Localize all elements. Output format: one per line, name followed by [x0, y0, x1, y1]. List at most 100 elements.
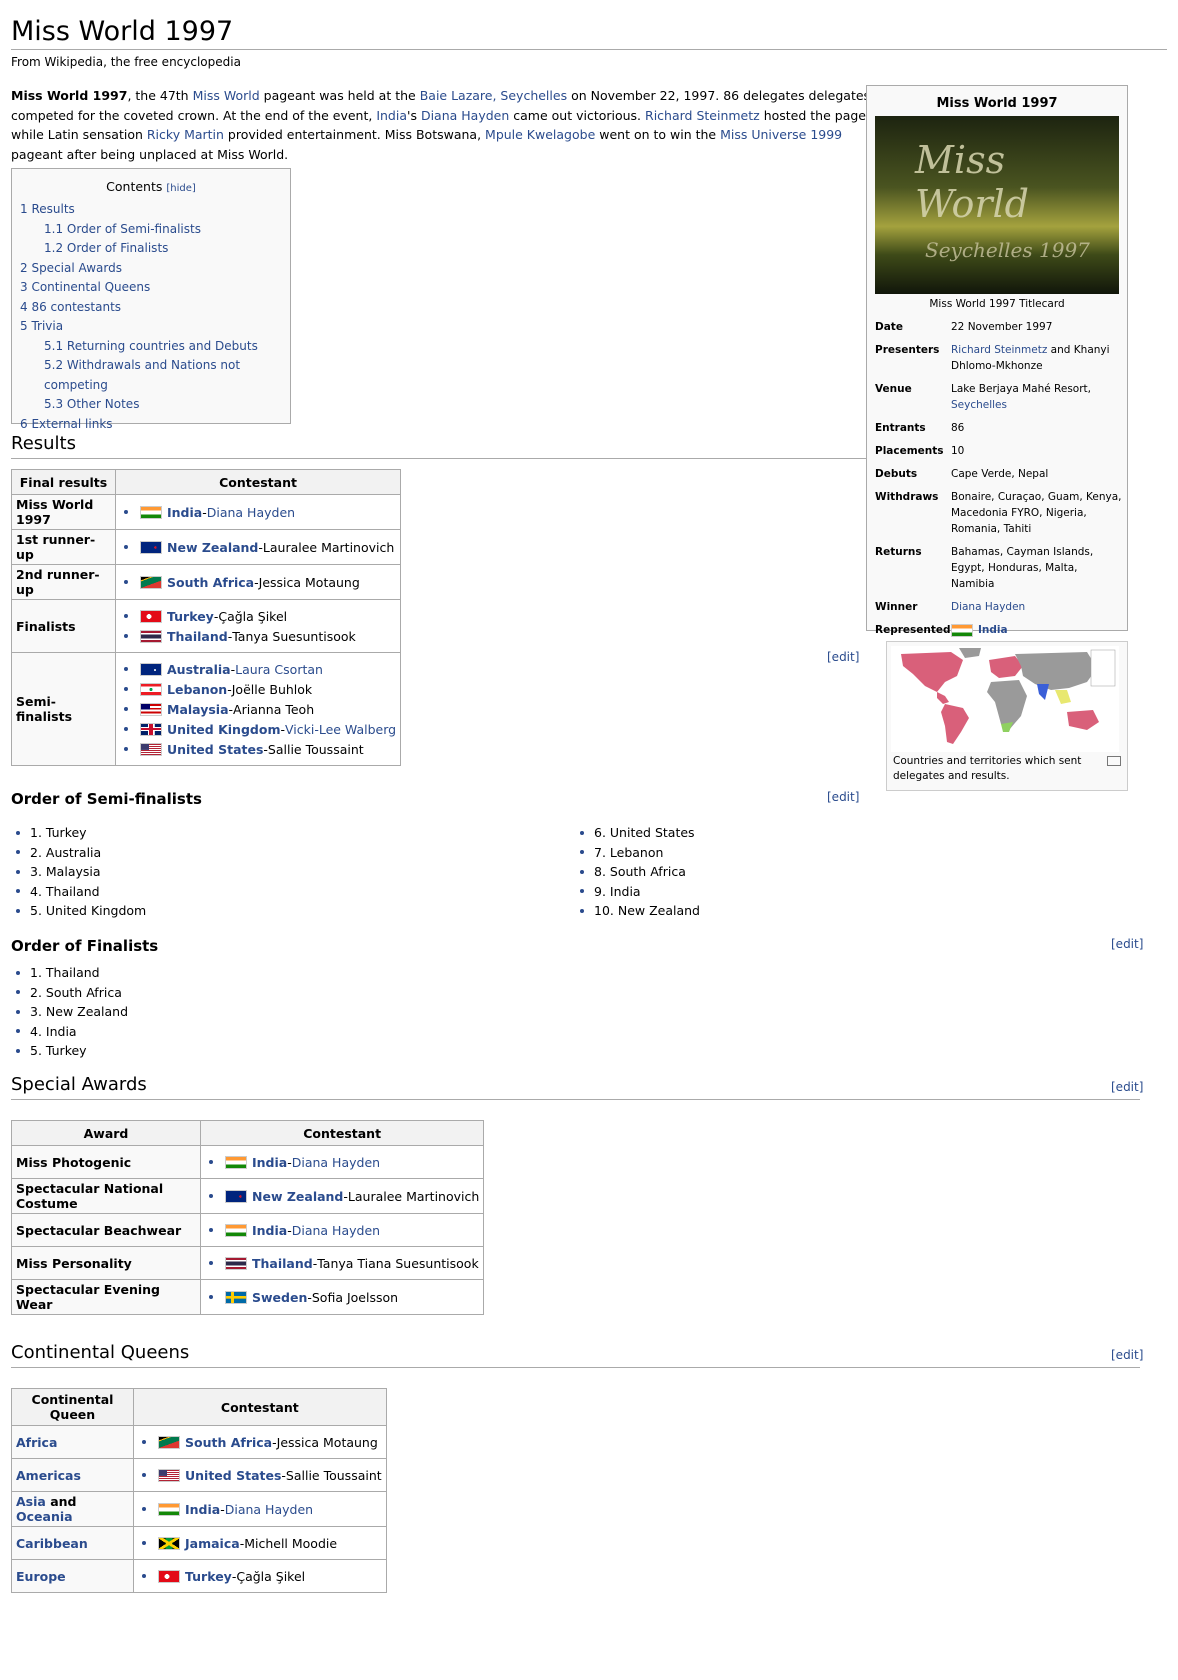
- country-link[interactable]: New Zealand: [167, 540, 258, 555]
- country-link[interactable]: Thailand: [167, 629, 228, 644]
- toc-link[interactable]: 5.3 Other Notes: [44, 397, 139, 411]
- country-link[interactable]: South Africa: [167, 575, 254, 590]
- edit-link-continental-queens[interactable]: [edit]: [1111, 1348, 1143, 1362]
- contestant-entry: India - Diana Hayden: [120, 502, 396, 522]
- infobox-link[interactable]: India: [978, 624, 1008, 636]
- world-map-image[interactable]: [891, 646, 1119, 752]
- link-miss-world[interactable]: Miss World: [193, 88, 260, 103]
- country-link[interactable]: Sweden: [252, 1290, 307, 1305]
- toc-item: 5 Trivia: [20, 317, 290, 337]
- link-diana-hayden[interactable]: Diana Hayden: [421, 108, 509, 123]
- flag-icon-in: [951, 623, 973, 637]
- region-link[interactable]: Caribbean: [16, 1536, 88, 1551]
- link-ricky-martin[interactable]: Ricky Martin: [147, 127, 224, 142]
- row-label: Asia and Oceania: [11, 1491, 134, 1527]
- toc-item: 3 Continental Queens: [20, 278, 290, 298]
- country-link[interactable]: Lebanon: [167, 682, 227, 697]
- country-link[interactable]: New Zealand: [252, 1189, 343, 1204]
- infobox-value: Diana Hayden: [951, 599, 1123, 615]
- contestant-link[interactable]: Vicki-Lee Walberg: [285, 722, 396, 737]
- contestant-link[interactable]: Diana Hayden: [292, 1223, 380, 1238]
- infobox-row: Winner Diana Hayden: [875, 599, 1123, 615]
- flag-icon-za: [140, 575, 162, 589]
- contestant-entry: Turkey - Çağla Şikel: [138, 1566, 382, 1586]
- toc-link[interactable]: 5.2 Withdrawals and Nations not competin…: [44, 358, 240, 392]
- region-link[interactable]: Europe: [16, 1569, 66, 1584]
- country-link[interactable]: Malaysia: [167, 702, 229, 717]
- toc-link[interactable]: 1 Results: [20, 202, 75, 216]
- bullet-icon: [124, 545, 128, 549]
- contestant-link[interactable]: Laura Csortan: [235, 662, 323, 677]
- list-item: 6. United States: [575, 823, 700, 843]
- bullet-icon: [209, 1160, 213, 1164]
- contestant-link[interactable]: Diana Hayden: [207, 505, 295, 520]
- edit-link-special-awards[interactable]: [edit]: [1111, 1080, 1143, 1094]
- edit-link-results[interactable]: [edit]: [827, 650, 859, 664]
- country-link[interactable]: South Africa: [185, 1435, 272, 1450]
- country-link[interactable]: Thailand: [252, 1256, 313, 1271]
- edit-link-final-order[interactable]: [edit]: [1111, 937, 1143, 951]
- column-header: Award: [11, 1120, 201, 1146]
- country-link[interactable]: United Kingdom: [167, 722, 280, 737]
- row-label: Spectacular National Costume: [11, 1178, 201, 1214]
- toc-link[interactable]: 1.2 Order of Finalists: [44, 241, 168, 255]
- link-india[interactable]: India: [376, 108, 407, 123]
- toc-link[interactable]: 2 Special Awards: [20, 261, 122, 275]
- contestant-name: Jessica Motaung: [276, 1434, 378, 1450]
- country-link[interactable]: Turkey: [185, 1569, 232, 1584]
- enlarge-icon[interactable]: [1107, 756, 1121, 766]
- contestant-link[interactable]: Diana Hayden: [292, 1155, 380, 1170]
- infobox-rows: Date 22 November 1997 Presenters Richard St…: [875, 319, 1123, 645]
- toc-link[interactable]: 6 External links: [20, 417, 113, 431]
- country-link[interactable]: Jamaica: [185, 1536, 240, 1551]
- toc-link[interactable]: 5.1 Returning countries and Debuts: [44, 339, 258, 353]
- contestant-link[interactable]: Diana Hayden: [225, 1502, 313, 1517]
- contestant-name: Sallie Toussaint: [267, 741, 364, 757]
- list-item: 1. Thailand: [11, 963, 128, 983]
- link-richard-steinmetz[interactable]: Richard Steinmetz: [645, 108, 760, 123]
- edit-link-semi-order[interactable]: [edit]: [827, 790, 859, 804]
- infobox: Miss World 1997 Miss World Seychelles 19…: [866, 85, 1128, 637]
- contestant-name: Lauralee Martinovich: [262, 539, 395, 555]
- region-link[interactable]: Oceania: [16, 1509, 73, 1524]
- country-link[interactable]: Australia: [167, 662, 231, 677]
- table-row: Spectacular Beachwear India - Diana Hayde…: [11, 1213, 485, 1247]
- toc-link[interactable]: 3 Continental Queens: [20, 280, 150, 294]
- world-map: [901, 648, 1116, 744]
- infobox-text: 22 November 1997: [951, 321, 1053, 333]
- bullet-icon: [124, 747, 128, 751]
- column-header: Contestant: [199, 1120, 485, 1146]
- region-link[interactable]: Americas: [16, 1468, 81, 1483]
- toc-hide-link[interactable]: [hide]: [166, 183, 195, 194]
- toc-link[interactable]: 1.1 Order of Semi-finalists: [44, 222, 201, 236]
- list-item: 8. South Africa: [575, 862, 700, 882]
- country-link[interactable]: India: [185, 1502, 220, 1517]
- country-link[interactable]: Turkey: [167, 609, 214, 624]
- toc-link[interactable]: 5 Trivia: [20, 319, 63, 333]
- infobox-text: Lake Berjaya Mahé Resort,: [951, 383, 1092, 395]
- country-link[interactable]: United States: [185, 1468, 281, 1483]
- infobox-link[interactable]: Diana Hayden: [951, 601, 1025, 613]
- infobox-value: India: [951, 622, 1123, 638]
- infobox-link[interactable]: Seychelles: [951, 399, 1007, 411]
- region-link[interactable]: Asia: [16, 1494, 46, 1509]
- bullet-icon: [16, 1009, 20, 1014]
- flag-icon-lb: [140, 682, 162, 696]
- infobox-link[interactable]: Richard Steinmetz: [951, 344, 1047, 356]
- toc-link[interactable]: 4 86 contestants: [20, 300, 121, 314]
- flag-icon-in: [158, 1502, 180, 1516]
- titlecard-image[interactable]: Miss World Seychelles 1997: [875, 116, 1119, 294]
- country-link[interactable]: India: [252, 1223, 287, 1238]
- map-southeast-asia: [1055, 690, 1071, 704]
- country-link[interactable]: United States: [167, 742, 263, 757]
- link-miss-universe-1999[interactable]: Miss Universe 1999: [720, 127, 842, 142]
- region-link[interactable]: Africa: [16, 1435, 57, 1450]
- bullet-icon: [580, 830, 584, 835]
- link-baie-lazare[interactable]: Baie Lazare, Seychelles: [420, 88, 567, 103]
- row-label: Caribbean: [11, 1526, 134, 1560]
- link-mpule-kwelagobe[interactable]: Mpule Kwelagobe: [485, 127, 595, 142]
- contestant-entry: Thailand - Tanya Tiana Suesuntisook: [205, 1253, 479, 1273]
- country-link[interactable]: India: [252, 1155, 287, 1170]
- map-legend: [1090, 649, 1116, 687]
- country-link[interactable]: India: [167, 505, 202, 520]
